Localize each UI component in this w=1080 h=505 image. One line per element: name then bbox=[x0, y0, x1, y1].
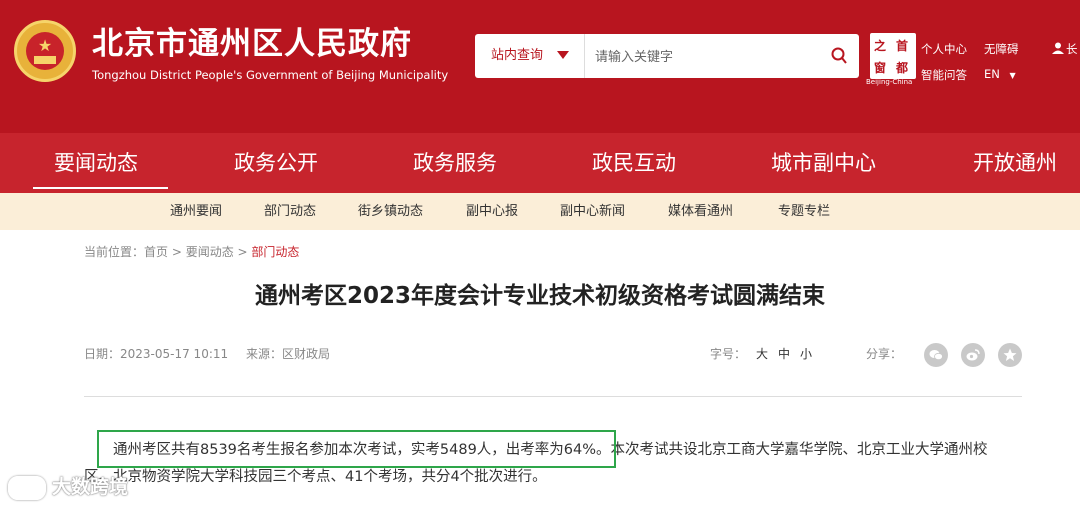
breadcrumb-separator: > bbox=[168, 245, 186, 259]
nav-item-sub-center[interactable]: 城市副中心 bbox=[771, 133, 876, 193]
breadcrumb-home-link[interactable]: 首页 bbox=[144, 245, 168, 259]
site-subtitle: Tongzhou District People's Government of… bbox=[92, 68, 449, 82]
language-switch[interactable]: EN ▼ bbox=[984, 67, 1016, 81]
search-scope-select[interactable]: 站内查询 bbox=[475, 34, 585, 78]
national-emblem-icon[interactable]: ★ bbox=[14, 20, 76, 82]
badge-char: 都 bbox=[896, 61, 909, 75]
article-meta: 日期：2023-05-17 10:11 来源：区财政局 bbox=[84, 345, 330, 362]
badge-char: 之 bbox=[874, 39, 887, 53]
subnav-item-department[interactable]: 部门动态 bbox=[264, 193, 316, 230]
watermark-text: 大数跨境 bbox=[52, 476, 129, 498]
badge-char: 窗 bbox=[874, 61, 887, 75]
chevron-down-icon: ▼ bbox=[1009, 71, 1016, 80]
article-date: 日期：2023-05-17 10:11 bbox=[84, 347, 229, 361]
search-bar: 站内查询 bbox=[475, 34, 859, 78]
search-icon[interactable] bbox=[831, 47, 847, 65]
subnav-item-center-news[interactable]: 副中心新闻 bbox=[560, 193, 625, 230]
nav-active-indicator bbox=[33, 187, 168, 189]
nav-item-gov-open[interactable]: 政务公开 bbox=[234, 133, 318, 193]
subnav-item-media[interactable]: 媒体看通州 bbox=[668, 193, 733, 230]
smart-qa-link[interactable]: 智能问答 bbox=[921, 67, 967, 83]
subnav-item-special[interactable]: 专题专栏 bbox=[778, 193, 830, 230]
badge-caption: Beijing-China bbox=[866, 78, 913, 86]
font-size-large-button[interactable]: 大 bbox=[756, 347, 768, 361]
nav-item-gov-service[interactable]: 政务服务 bbox=[413, 133, 497, 193]
watermark: 大数跨境 bbox=[8, 472, 128, 500]
favorite-star-icon[interactable] bbox=[998, 343, 1022, 367]
breadcrumb-section-link[interactable]: 要闻动态 bbox=[186, 245, 234, 259]
content-divider bbox=[84, 396, 1022, 397]
article-text: 区、北京物资学院大学科技园三个考点、41个考场，共分4个批次进行。 bbox=[84, 469, 547, 485]
badge-char: 首 bbox=[896, 39, 909, 53]
site-header: ★ 北京市通州区人民政府 Tongzhou District People's … bbox=[0, 0, 1080, 133]
sub-nav: 通州要闻 部门动态 街乡镇动态 副中心报 副中心新闻 媒体看通州 专题专栏 bbox=[0, 193, 1080, 230]
search-input[interactable] bbox=[593, 44, 817, 70]
watermark-logo-icon bbox=[8, 475, 46, 500]
breadcrumb: 当前位置：首页 > 要闻动态 > 部门动态 bbox=[84, 243, 299, 260]
font-size-small-button[interactable]: 小 bbox=[800, 347, 812, 361]
font-size-label: 字号： bbox=[710, 347, 747, 361]
subnav-item-tongzhou-news[interactable]: 通州要闻 bbox=[170, 193, 222, 230]
article-title: 通州考区2023年度会计专业技术初级资格考试圆满结束 bbox=[254, 283, 825, 309]
user-link[interactable]: 长 bbox=[1066, 41, 1078, 57]
breadcrumb-label: 当前位置： bbox=[84, 245, 145, 259]
capital-window-badge[interactable]: 之 首 窗 都 bbox=[870, 33, 916, 79]
search-scope-label: 站内查询 bbox=[491, 48, 544, 63]
main-nav: 要闻动态 政务公开 政务服务 政民互动 城市副中心 开放通州 bbox=[0, 133, 1080, 193]
font-size-control: 字号： 大中小 bbox=[710, 345, 812, 362]
share-label: 分享： bbox=[866, 347, 903, 361]
weibo-icon[interactable] bbox=[961, 343, 985, 367]
site-title[interactable]: 北京市通州区人民政府 bbox=[92, 26, 412, 62]
nav-item-news[interactable]: 要闻动态 bbox=[54, 133, 138, 193]
highlight-annotation-box bbox=[97, 430, 616, 468]
article-text: 本次考试共设北京工商大学嘉华学院、北京工业大学通州校 bbox=[610, 442, 988, 458]
accessibility-link[interactable]: 无障碍 bbox=[984, 41, 1019, 57]
personal-center-link[interactable]: 个人中心 bbox=[921, 41, 967, 57]
user-icon[interactable] bbox=[1052, 42, 1064, 54]
nav-item-interaction[interactable]: 政民互动 bbox=[592, 133, 676, 193]
nav-item-open-tongzhou[interactable]: 开放通州 bbox=[973, 133, 1057, 193]
wechat-icon[interactable] bbox=[924, 343, 948, 367]
font-size-medium-button[interactable]: 中 bbox=[778, 347, 790, 361]
subnav-item-center-paper[interactable]: 副中心报 bbox=[466, 193, 518, 230]
breadcrumb-separator: > bbox=[233, 245, 252, 259]
subnav-item-street-town[interactable]: 街乡镇动态 bbox=[358, 193, 423, 230]
chevron-down-icon bbox=[557, 51, 569, 59]
article-source: 来源：区财政局 bbox=[245, 347, 330, 361]
language-label: EN bbox=[984, 67, 1000, 81]
breadcrumb-current-link[interactable]: 部门动态 bbox=[251, 245, 299, 259]
